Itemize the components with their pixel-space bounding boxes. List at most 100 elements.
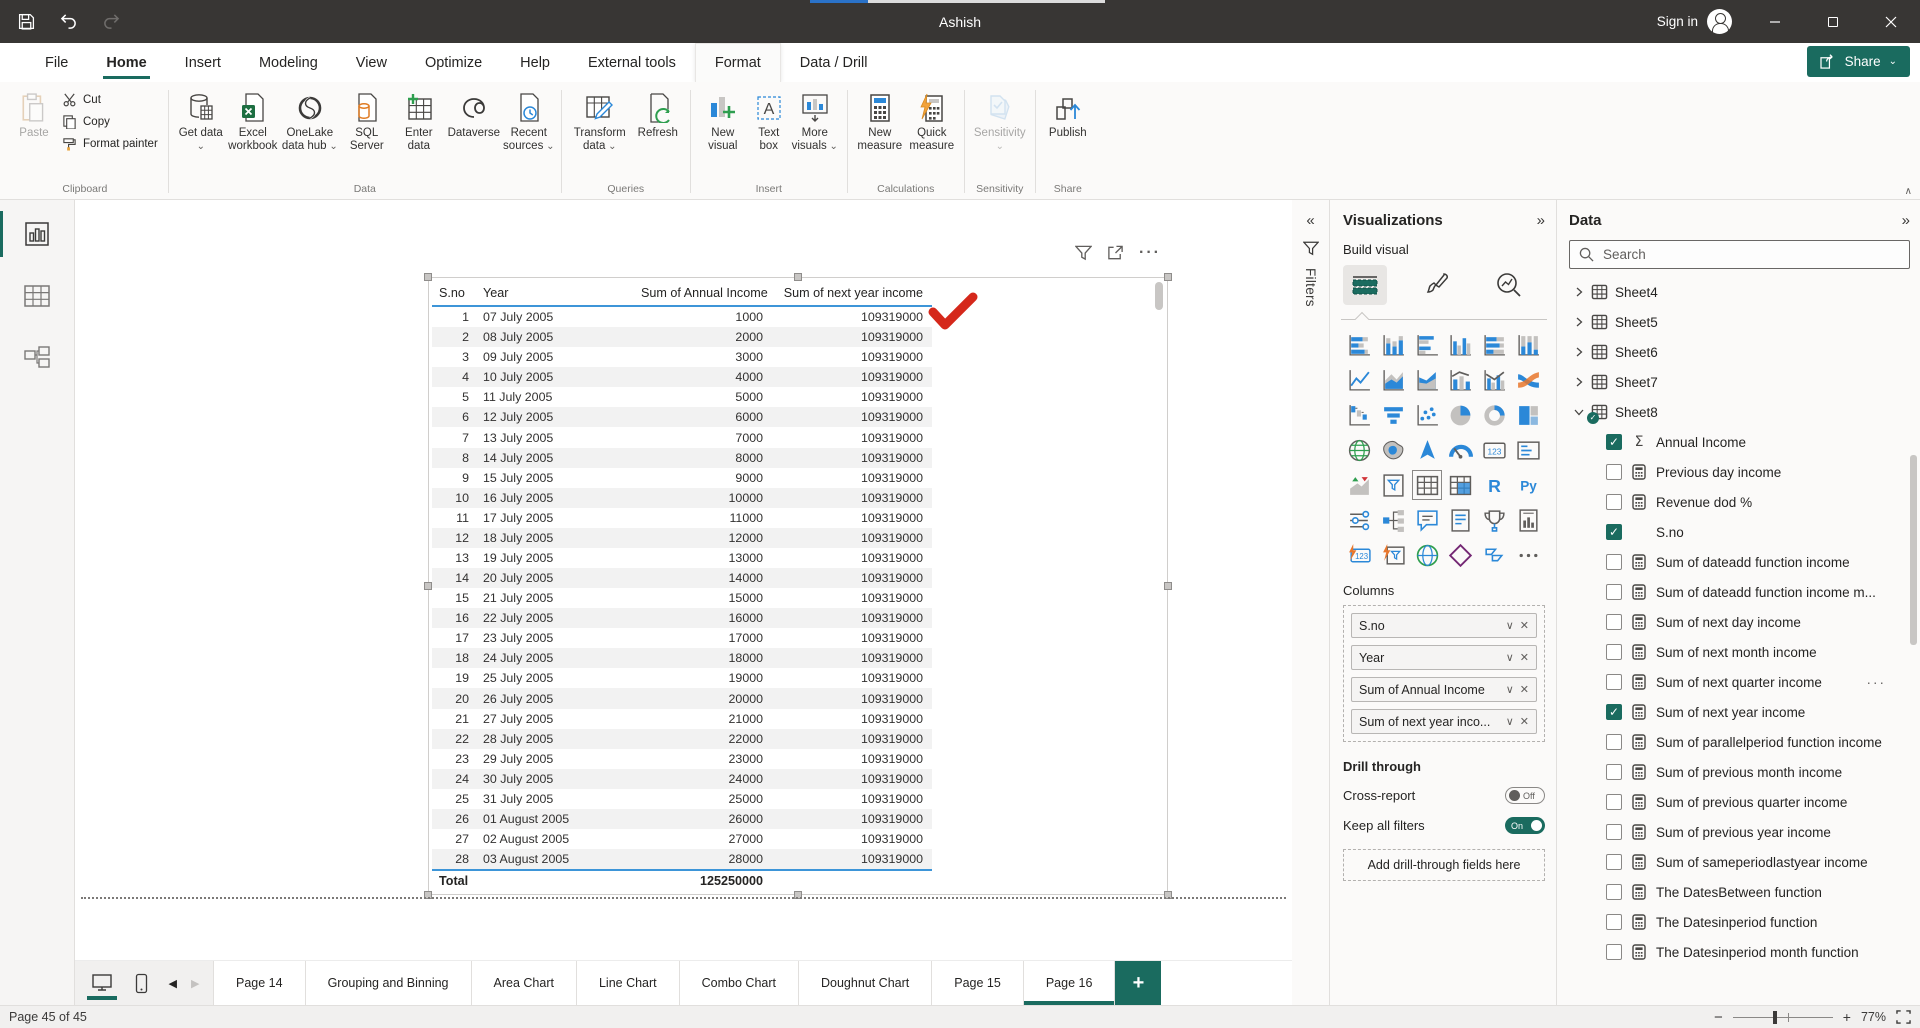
sheet-item-sheet8[interactable]: ✓Sheet8: [1569, 397, 1910, 427]
page-tab-doughnut-chart[interactable]: Doughnut Chart: [799, 961, 932, 1005]
page-tab-area-chart[interactable]: Area Chart: [472, 961, 577, 1005]
field-checkbox[interactable]: [1606, 464, 1622, 480]
new-page-button[interactable]: +: [1115, 961, 1161, 1005]
field-well-pill[interactable]: Year∨✕: [1351, 645, 1537, 670]
field-checkbox[interactable]: [1606, 494, 1622, 510]
chevron-right-icon[interactable]: [1574, 287, 1584, 297]
map-icon[interactable]: [1347, 437, 1373, 463]
menu-item-insert[interactable]: Insert: [166, 43, 240, 82]
table-row[interactable]: 915 July 20059000109319000: [432, 468, 932, 488]
table-row[interactable]: 1016 July 200510000109319000: [432, 488, 932, 508]
new-measure-button[interactable]: New measure: [854, 82, 906, 153]
ribbon-chart-icon[interactable]: [1515, 367, 1541, 393]
remove-field-icon[interactable]: ✕: [1520, 619, 1529, 632]
table-row[interactable]: 1420 July 200514000109319000: [432, 568, 932, 588]
more-visuals-button[interactable]: More visuals: [789, 82, 841, 153]
table-row[interactable]: 107 July 20051000109319000: [432, 307, 932, 327]
report-canvas[interactable]: ··· S.noYearSum of Annual IncomeSum of n…: [75, 200, 1292, 960]
stacked-bar-chart-icon[interactable]: [1347, 332, 1373, 358]
table-visual[interactable]: ··· S.noYearSum of Annual IncomeSum of n…: [428, 277, 1168, 895]
columns-field-wells[interactable]: S.no∨✕Year∨✕Sum of Annual Income∨✕Sum of…: [1343, 605, 1545, 742]
field-checkbox[interactable]: [1606, 794, 1622, 810]
donut-chart-icon[interactable]: [1481, 402, 1507, 428]
scrollbar-thumb[interactable]: [1155, 282, 1163, 310]
sheet-item-sheet5[interactable]: Sheet5: [1569, 307, 1910, 337]
new-visual-button[interactable]: New visual: [697, 82, 749, 153]
gauge-icon[interactable]: [1448, 437, 1474, 463]
field-item[interactable]: Sum of dateadd function income: [1569, 547, 1910, 577]
field-item[interactable]: Revenue dod %: [1569, 487, 1910, 517]
sign-in-button[interactable]: Sign in: [1657, 9, 1732, 34]
field-checkbox[interactable]: [1606, 914, 1622, 930]
page-tab-page-16[interactable]: Page 16: [1024, 961, 1116, 1005]
desktop-layout-button[interactable]: [89, 968, 115, 998]
field-checkbox[interactable]: [1606, 824, 1622, 840]
onelake-data-hub-button[interactable]: OneLake data hub: [279, 82, 341, 153]
table-row[interactable]: 2329 July 200523000109319000: [432, 749, 932, 769]
excel-workbook-button[interactable]: Excel workbook: [227, 82, 279, 153]
sheet-item-sheet6[interactable]: Sheet6: [1569, 337, 1910, 367]
table-row[interactable]: 612 July 20056000109319000: [432, 407, 932, 427]
field-item[interactable]: Sum of previous month income: [1569, 757, 1910, 787]
zoom-slider[interactable]: [1733, 1017, 1833, 1018]
focus-mode-icon[interactable]: [1107, 245, 1124, 261]
clustered-column-chart-icon[interactable]: [1448, 332, 1474, 358]
field-item[interactable]: Sum of sameperiodlastyear income: [1569, 847, 1910, 877]
fit-to-page-icon[interactable]: [1896, 1010, 1911, 1024]
page-tab-combo-chart[interactable]: Combo Chart: [680, 961, 799, 1005]
table-row[interactable]: 1622 July 200516000109319000: [432, 608, 932, 628]
line-and-clustered-column-chart-icon[interactable]: [1481, 367, 1507, 393]
field-item[interactable]: Previous day income: [1569, 457, 1910, 487]
field-item[interactable]: The DatesBetween function: [1569, 877, 1910, 907]
publish-button[interactable]: Publish: [1042, 82, 1094, 140]
page-tab-line-chart[interactable]: Line Chart: [577, 961, 680, 1005]
table-row[interactable]: 1117 July 200511000109319000: [432, 508, 932, 528]
format-visual-tab[interactable]: [1415, 265, 1459, 305]
minimize-button[interactable]: [1746, 0, 1804, 43]
maximize-button[interactable]: [1804, 0, 1862, 43]
menu-item-external-tools[interactable]: External tools: [569, 43, 695, 82]
field-checkbox[interactable]: [1606, 674, 1622, 690]
pie-chart-icon[interactable]: [1448, 402, 1474, 428]
table-row[interactable]: 2531 July 200525000109319000: [432, 789, 932, 809]
field-checkbox[interactable]: [1606, 584, 1622, 600]
resize-handle[interactable]: [1164, 273, 1172, 281]
field-checkbox[interactable]: [1606, 764, 1622, 780]
chevron-down-icon[interactable]: ∨: [1506, 651, 1514, 664]
field-well-pill[interactable]: Sum of next year inco...∨✕: [1351, 709, 1537, 734]
column-header[interactable]: Sum of Annual Income: [634, 286, 770, 300]
sheet-item-sheet7[interactable]: Sheet7: [1569, 367, 1910, 397]
previous-page-arrow[interactable]: ◀: [169, 977, 177, 990]
qa-visual-icon[interactable]: [1414, 507, 1440, 533]
field-checkbox[interactable]: [1606, 614, 1622, 630]
visual-scrollbar[interactable]: [1155, 281, 1164, 891]
data-pane-scrollbar[interactable]: [1910, 455, 1917, 645]
column-header[interactable]: S.no: [432, 286, 476, 300]
collapse-ribbon-icon[interactable]: ∧: [1905, 186, 1912, 197]
waterfall-chart-icon[interactable]: [1347, 402, 1373, 428]
recent-sources-button[interactable]: Recent sources: [503, 82, 555, 153]
field-item[interactable]: ✓ΣAnnual Income: [1569, 427, 1910, 457]
collapse-data-pane-icon[interactable]: »: [1902, 212, 1910, 229]
line-and-stacked-column-chart-icon[interactable]: [1448, 367, 1474, 393]
field-item[interactable]: Sum of parallelperiod function income: [1569, 727, 1910, 757]
remove-field-icon[interactable]: ✕: [1520, 683, 1529, 696]
field-well-pill[interactable]: Sum of Annual Income∨✕: [1351, 677, 1537, 702]
slicer-button-icon[interactable]: [1380, 542, 1406, 568]
format-painter-button[interactable]: Format painter: [62, 136, 158, 151]
page-tab-page-15[interactable]: Page 15: [932, 961, 1024, 1005]
chevron-down-icon[interactable]: ∨: [1506, 715, 1514, 728]
menu-item-help[interactable]: Help: [501, 43, 569, 82]
collapse-visualizations-icon[interactable]: »: [1537, 212, 1545, 229]
multi-row-card-icon[interactable]: [1515, 437, 1541, 463]
filled-map-icon[interactable]: [1380, 437, 1406, 463]
save-icon[interactable]: [18, 13, 35, 30]
column-header[interactable]: Year: [476, 286, 634, 300]
table-row[interactable]: 1319 July 200513000109319000: [432, 548, 932, 568]
field-item[interactable]: Sum of previous quarter income: [1569, 787, 1910, 817]
sql-server-button[interactable]: SQL Server: [341, 82, 393, 153]
cross-report-toggle[interactable]: Off: [1505, 787, 1545, 804]
field-item[interactable]: Sum of next quarter income···: [1569, 667, 1910, 697]
refresh-button[interactable]: Refresh: [632, 82, 684, 140]
remove-field-icon[interactable]: ✕: [1520, 715, 1529, 728]
